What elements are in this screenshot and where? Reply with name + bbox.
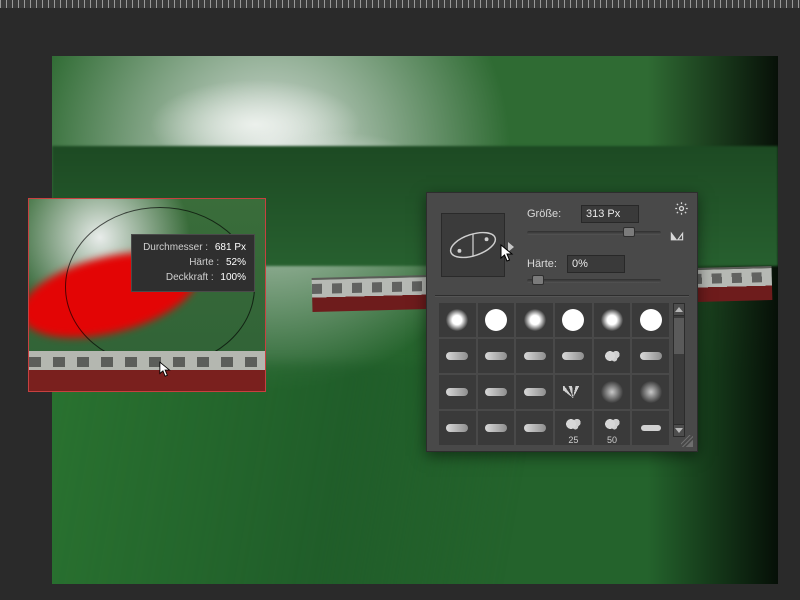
brush-preset[interactable] xyxy=(478,411,515,445)
brush-hud-preview xyxy=(28,198,266,392)
flip-x-icon[interactable] xyxy=(669,231,685,245)
brush-preset[interactable] xyxy=(555,375,592,409)
hud-diameter-value: 681 Px xyxy=(215,242,246,253)
scrollbar-thumb[interactable] xyxy=(674,318,684,354)
brush-preset[interactable] xyxy=(439,375,476,409)
brush-preset[interactable] xyxy=(516,411,553,445)
size-label: Größe: xyxy=(527,208,571,220)
slider-thumb[interactable] xyxy=(532,275,544,285)
brush-preset[interactable] xyxy=(478,339,515,373)
brush-preset[interactable] xyxy=(555,339,592,373)
cursor-icon xyxy=(500,244,516,264)
brush-preset-grid: 25 50 xyxy=(439,303,669,437)
preset-scrollbar[interactable] xyxy=(673,303,685,437)
brush-hud-tooltip: Durchmesser : 681 Px Härte : 52% Deckkra… xyxy=(131,234,255,292)
brush-preset[interactable] xyxy=(439,303,476,337)
brush-preset[interactable] xyxy=(632,411,669,445)
brush-preset[interactable] xyxy=(439,411,476,445)
ruler-horizontal[interactable] xyxy=(0,0,800,8)
hardness-label: Härte: xyxy=(527,258,557,270)
divider xyxy=(435,295,689,296)
brush-preset[interactable] xyxy=(632,303,669,337)
resize-handle-icon[interactable] xyxy=(681,435,693,447)
brush-tip-preview[interactable] xyxy=(441,213,505,277)
brush-preset[interactable]: 25 xyxy=(555,411,592,445)
brush-preset[interactable] xyxy=(516,339,553,373)
brush-preset[interactable] xyxy=(594,375,631,409)
brush-preset[interactable] xyxy=(478,375,515,409)
brush-size-label: 50 xyxy=(607,435,617,445)
brush-preset[interactable] xyxy=(594,339,631,373)
brush-preset[interactable] xyxy=(594,303,631,337)
brush-size-label: 25 xyxy=(568,435,578,445)
size-slider[interactable] xyxy=(527,227,661,239)
scroll-up-button[interactable] xyxy=(674,304,684,316)
hud-hardness-label: Härte : xyxy=(189,257,219,268)
hardness-input[interactable] xyxy=(567,255,625,273)
gear-icon[interactable] xyxy=(674,203,689,220)
brush-preset[interactable] xyxy=(632,339,669,373)
brush-preset[interactable] xyxy=(516,303,553,337)
brush-preset[interactable] xyxy=(632,375,669,409)
brush-preset[interactable]: 50 xyxy=(594,411,631,445)
brush-preset[interactable] xyxy=(516,375,553,409)
photo-train-inset xyxy=(29,351,265,391)
cursor-icon xyxy=(159,361,173,379)
size-input[interactable] xyxy=(581,205,639,223)
slider-thumb[interactable] xyxy=(623,227,635,237)
brush-preset[interactable] xyxy=(439,339,476,373)
hud-opacity-label: Deckkraft : xyxy=(166,272,214,283)
hud-hardness-value: 52% xyxy=(226,257,246,268)
hardness-slider[interactable] xyxy=(527,275,661,287)
brush-preset[interactable] xyxy=(478,303,515,337)
brush-preset[interactable] xyxy=(555,303,592,337)
hud-opacity-value: 100% xyxy=(220,272,246,283)
hud-diameter-label: Durchmesser : xyxy=(143,242,208,253)
brush-picker-panel: Größe: Härte: xyxy=(426,192,698,452)
